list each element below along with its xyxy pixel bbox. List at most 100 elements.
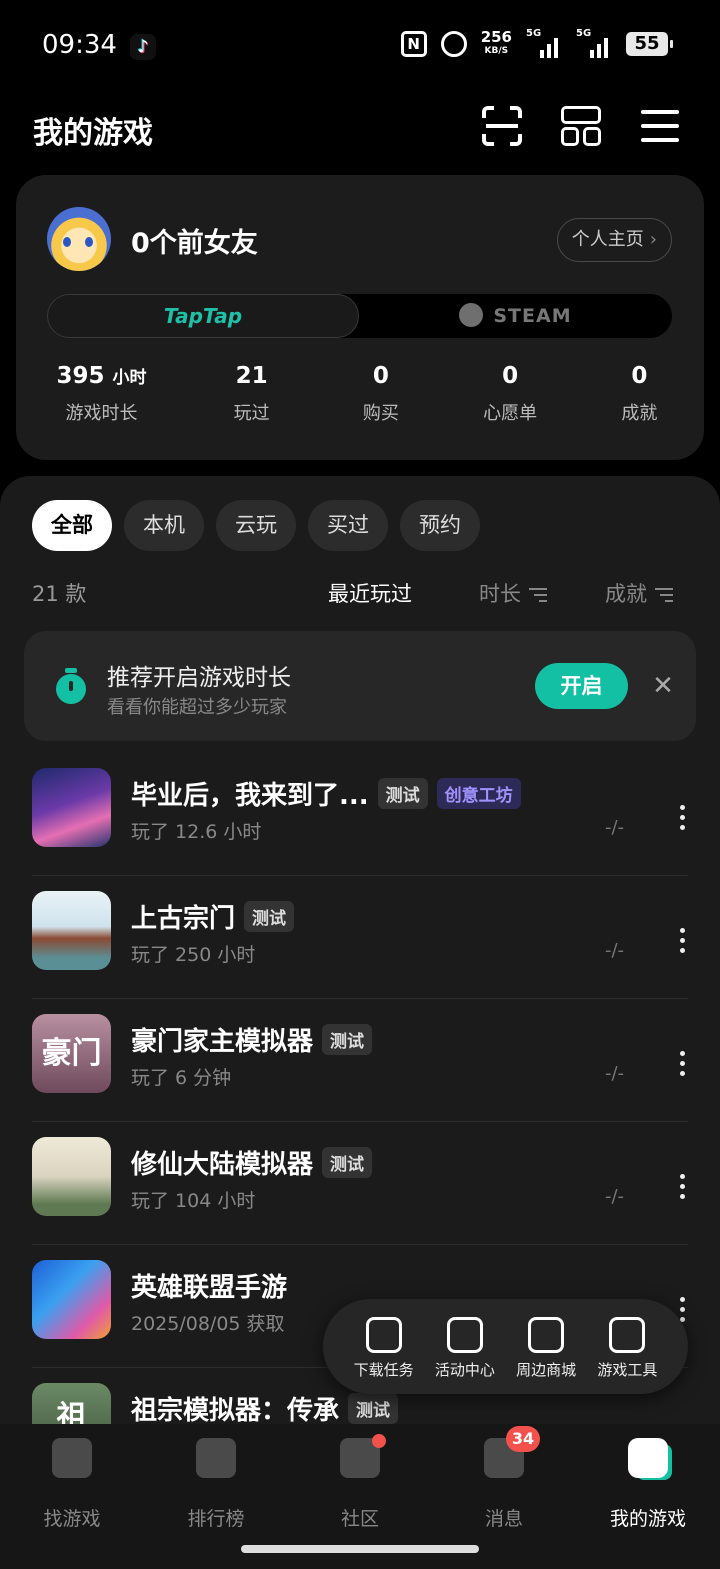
page-title: 我的游戏 (33, 116, 153, 151)
steam-icon (459, 302, 484, 327)
recommend-title: 推荐开启游戏时长 (107, 665, 291, 691)
game-row[interactable]: 修仙大陆模拟器 测试 玩了 104 小时 -/- (32, 1122, 688, 1245)
game-achievement: -/- (605, 940, 625, 961)
sort-duration[interactable]: 时长 (479, 578, 547, 608)
game-acquired-date: 2025/08/05 获取 (131, 1313, 285, 1335)
game-playtime: 玩了 6 分钟 (131, 1067, 232, 1089)
my-games-icon (628, 1438, 668, 1478)
notification-dot (372, 1434, 386, 1448)
game-count: 21 款 (32, 582, 87, 606)
game-row[interactable]: 上古宗门 测试 玩了 250 小时 -/- (32, 876, 688, 999)
alarm-icon (440, 31, 467, 57)
filter-reserved[interactable]: 预约 (400, 500, 480, 551)
nfc-icon: N (400, 31, 427, 57)
filter-all[interactable]: 全部 (32, 500, 112, 551)
enable-button[interactable]: 开启 (535, 663, 628, 709)
activity-center-button[interactable]: 活动中心 (426, 1299, 504, 1394)
nav-rankings[interactable]: 排行榜 (144, 1438, 288, 1531)
nav-community[interactable]: 社区 (288, 1434, 432, 1531)
profile-card: 0个前女友 个人主页 › TapTap STEAM 395 小时 游戏时长 21 玩过 … (16, 175, 704, 460)
menu-icon[interactable] (641, 106, 681, 146)
message-badge: 34 (506, 1426, 540, 1452)
game-playtime: 玩了 12.6 小时 (131, 821, 262, 843)
filter-chips: 全部 本机 云玩 买过 预约 (32, 500, 480, 551)
sort-bar: 21 款 最近玩过 时长 成就 (32, 578, 688, 610)
community-icon (340, 1434, 386, 1478)
nav-messages[interactable]: 34 消息 (432, 1426, 576, 1531)
tag-test: 测试 (322, 1024, 373, 1055)
filter-bought[interactable]: 买过 (308, 500, 388, 551)
platform-taptap-tab[interactable]: TapTap (47, 294, 359, 338)
more-icon[interactable] (672, 1049, 692, 1079)
tag-test: 测试 (348, 1393, 399, 1424)
game-name: 修仙大陆模拟器 (131, 1150, 314, 1180)
merch-store-button[interactable]: 周边商城 (507, 1299, 585, 1394)
sort-recent[interactable]: 最近玩过 (328, 578, 412, 608)
game-thumbnail (32, 891, 111, 970)
filter-cloud[interactable]: 云玩 (216, 500, 296, 551)
signal-1-icon: 5G (526, 28, 562, 58)
clock: 09:34 (42, 30, 117, 60)
status-bar: 09:34 ♪ N 256 KB/S 5G 5G 55 (0, 0, 720, 92)
game-list-panel: 全部 本机 云玩 买过 预约 21 款 最近玩过 时长 成就 推荐开启游戏时长 … (0, 476, 720, 1569)
tag-test: 测试 (244, 901, 295, 932)
game-name: 祖宗模拟器：传承 (131, 1396, 340, 1426)
sort-icon (655, 587, 673, 603)
sort-icon (529, 587, 547, 603)
avatar[interactable] (47, 207, 111, 271)
sort-achievement[interactable]: 成就 (605, 578, 673, 608)
signal-2-icon: 5G (576, 28, 612, 58)
stat-achievements[interactable]: 0 成就 (575, 363, 704, 425)
download-tasks-button[interactable]: 下载任务 (345, 1299, 423, 1394)
layout-grid-icon[interactable] (561, 106, 601, 146)
platform-steam-tab[interactable]: STEAM (359, 294, 672, 338)
stat-playtime[interactable]: 395 小时 游戏时长 (16, 363, 187, 425)
game-name: 上古宗门 (131, 904, 236, 934)
game-thumbnail (32, 768, 111, 847)
gamepad-icon (609, 1317, 646, 1353)
gift-icon (446, 1317, 483, 1353)
more-icon[interactable] (672, 803, 692, 833)
stat-wishlist[interactable]: 0 心愿单 (446, 363, 575, 425)
game-achievement: -/- (605, 1063, 625, 1084)
stats-row: 395 小时 游戏时长 21 玩过 0 购买 0 心愿单 0 成就 (16, 363, 704, 425)
home-indicator (241, 1545, 479, 1553)
game-thumbnail: 豪门 (32, 1014, 111, 1093)
scan-icon[interactable] (482, 106, 522, 146)
more-icon[interactable] (672, 926, 692, 956)
platform-switch: TapTap STEAM (47, 294, 672, 338)
game-achievement: -/- (605, 1186, 625, 1207)
recommend-subtitle: 看看你能超过多少玩家 (107, 697, 287, 718)
game-tools-button[interactable]: 游戏工具 (588, 1299, 666, 1394)
tiktok-icon: ♪ (130, 34, 156, 60)
network-speed: 256 KB/S (480, 28, 512, 57)
game-playtime: 玩了 250 小时 (131, 944, 256, 966)
chevron-right-icon: › (649, 229, 657, 250)
floating-toolbox: 下载任务 活动中心 周边商城 游戏工具 (323, 1299, 688, 1394)
playtime-recommend-banner: 推荐开启游戏时长 看看你能超过多少玩家 开启 ✕ (24, 631, 696, 741)
game-name: 英雄联盟手游 (131, 1273, 288, 1303)
game-thumbnail (32, 1137, 111, 1216)
game-row[interactable]: 豪门 豪门家主模拟器 测试 玩了 6 分钟 -/- (32, 999, 688, 1122)
stat-played[interactable]: 21 玩过 (187, 363, 316, 425)
game-row[interactable]: 毕业后，我来到了... 测试 创意工坊 玩了 12.6 小时 -/- (32, 753, 688, 876)
nav-find-games[interactable]: 找游戏 (0, 1438, 144, 1531)
game-achievement: -/- (605, 817, 625, 838)
nav-my-games[interactable]: 我的游戏 (576, 1438, 720, 1531)
store-icon (528, 1317, 565, 1353)
homepage-button[interactable]: 个人主页 › (556, 218, 672, 262)
stopwatch-icon (56, 668, 86, 704)
username: 0个前女友 (131, 228, 258, 259)
top-header: 我的游戏 (0, 92, 720, 164)
battery-icon: 55 (626, 32, 673, 56)
stat-purchased[interactable]: 0 购买 (316, 363, 445, 425)
messages-icon: 34 (484, 1426, 540, 1478)
game-thumbnail (32, 1260, 111, 1339)
tag-workshop: 创意工坊 (436, 778, 521, 809)
filter-local[interactable]: 本机 (124, 500, 204, 551)
tag-test: 测试 (377, 778, 428, 809)
more-icon[interactable] (672, 1172, 692, 1202)
close-icon[interactable]: ✕ (644, 667, 682, 705)
game-name: 毕业后，我来到了... (131, 781, 369, 811)
system-icons: N 256 KB/S 5G 5G 55 (400, 28, 673, 58)
